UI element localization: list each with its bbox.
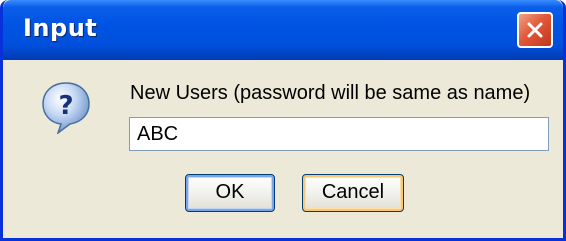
username-input[interactable] [129,117,549,151]
title-bar[interactable]: Input [3,0,563,60]
input-dialog: Input ? New Users (password will be same… [0,0,566,241]
prompt-label: New Users (password will be same as name… [130,82,531,104]
dialog-title: Input [23,14,98,42]
ok-button[interactable]: OK [185,174,275,212]
svg-text:?: ? [58,91,73,121]
close-button[interactable] [517,12,553,48]
question-icon: ? [42,82,90,134]
close-icon [527,22,543,38]
cancel-button[interactable]: Cancel [302,174,404,212]
